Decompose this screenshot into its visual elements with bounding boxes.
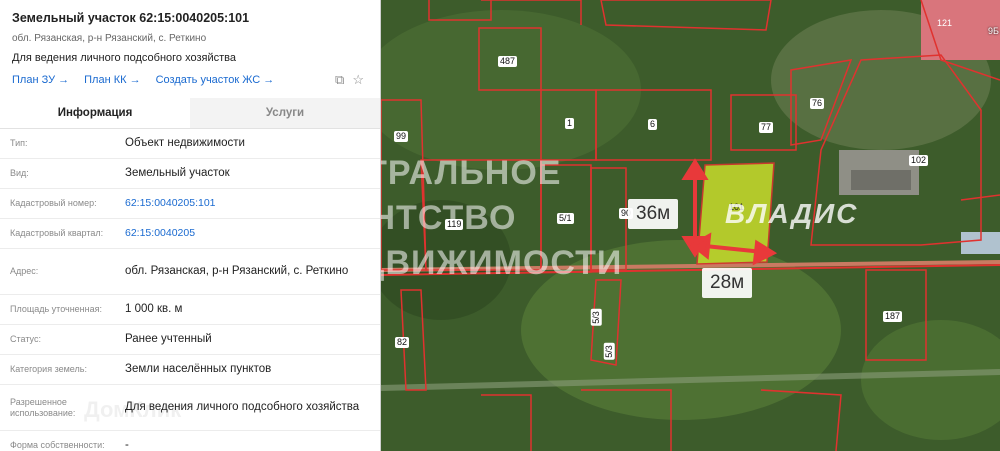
- plot-label: 76: [810, 98, 825, 109]
- row-key: Тип:: [10, 138, 28, 148]
- parcel-links: План ЗУ → План КК → Создать участок ЖС →…: [12, 72, 368, 88]
- table-row: Вид: Земельный участок: [0, 159, 380, 189]
- table-row: Категория земель: Земли населённых пункто…: [0, 355, 380, 385]
- row-value: Для ведения личного подсобного хозяйства: [125, 401, 360, 413]
- info-table: Тип: Объект недвижимости Вид: Земельный уч…: [0, 129, 380, 451]
- row-key: Разрешенное использование:: [10, 396, 76, 418]
- brand-watermark: ВЛАДИС: [725, 198, 859, 229]
- table-row: Кадастровый номер: 62:15:0040205:101: [0, 189, 380, 219]
- row-key: Адрес:: [10, 266, 39, 276]
- table-row: Адрес: обл. Рязанская, р-н Рязанский, с. …: [0, 249, 380, 295]
- row-key: Кадастровый квартал:: [10, 228, 104, 238]
- zoom-to-icon[interactable]: ⧉: [335, 72, 344, 88]
- plot-label: 187: [883, 311, 903, 322]
- plot-label: 121: [937, 18, 953, 28]
- row-key: Статус:: [10, 334, 41, 344]
- panel-header: Земельный участок 62:15:0040205:101 обл.…: [0, 0, 380, 88]
- plot-label: 6: [648, 119, 658, 130]
- tab-info[interactable]: Информация: [0, 98, 190, 128]
- row-value: -: [125, 439, 129, 451]
- table-row: Разрешенное использование: Для ведения ли…: [0, 385, 380, 431]
- row-value: Земли населённых пунктов: [125, 363, 272, 375]
- star-icon[interactable]: ☆: [352, 72, 364, 88]
- plot-label: 1: [565, 118, 575, 129]
- info-panel: Земельный участок 62:15:0040205:101 обл.…: [0, 0, 381, 451]
- dimension-vertical: 36м: [628, 199, 679, 229]
- plot-label: 5/3: [603, 343, 615, 360]
- plot-label: 119: [445, 219, 464, 230]
- plot-label: 77: [759, 122, 774, 133]
- plot-label: 102: [909, 155, 929, 166]
- table-row: Статус: Ранее учтенный: [0, 325, 380, 355]
- plot-label: 5/3: [590, 309, 602, 326]
- cadastral-quarter-link[interactable]: 62:15:0040205: [125, 226, 380, 241]
- row-key: Форма собственности:: [10, 440, 105, 450]
- table-row: Форма собственности: -: [0, 431, 380, 451]
- tab-services[interactable]: Услуги: [190, 98, 380, 128]
- plot-label: 487: [498, 56, 518, 67]
- row-value: обл. Рязанская, р-н Рязанский, с. Реткин…: [125, 265, 349, 277]
- panel-tools: ⧉ ☆: [335, 72, 368, 88]
- row-value: Объект недвижимости: [125, 137, 245, 149]
- plan-kk-link[interactable]: План КК →: [84, 74, 140, 86]
- parcel-title: Земельный участок 62:15:0040205:101: [12, 11, 250, 25]
- panel-tabs: Информация Услуги: [0, 98, 380, 129]
- row-value: Земельный участок: [125, 167, 230, 179]
- plan-zu-link[interactable]: План ЗУ →: [12, 74, 69, 86]
- row-key: Кадастровый номер:: [10, 198, 97, 208]
- row-value: Ранее учтенный: [125, 333, 212, 345]
- row-key: Вид:: [10, 168, 29, 178]
- cadastral-number-link[interactable]: 62:15:0040205:101: [125, 196, 380, 211]
- create-parcel-link[interactable]: Создать участок ЖС →: [156, 74, 275, 86]
- plot-label: 5/1: [557, 213, 574, 224]
- plot-label: 9Б: [988, 26, 999, 36]
- table-row: Тип: Объект недвижимости: [0, 129, 380, 159]
- row-key: Площадь уточненная:: [10, 304, 102, 314]
- row-key: Категория земель:: [10, 364, 87, 374]
- parcel-purpose: Для ведения личного подсобного хозяйства: [12, 52, 236, 64]
- roof: [851, 170, 911, 190]
- plot-label: 82: [395, 337, 410, 348]
- parcel-address: обл. Рязанская, р-н Рязанский, с. Реткин…: [12, 33, 207, 44]
- plot-label: 99: [394, 131, 409, 142]
- dimension-horizontal: 28м: [702, 268, 753, 298]
- table-row: Кадастровый квартал: 62:15:0040205: [0, 219, 380, 249]
- row-value: 1 000 кв. м: [125, 303, 183, 315]
- map-canvas: [381, 0, 1000, 451]
- map-view[interactable]: ЦЕНТРАЛЬНОЕ АГЕНТСТВО НЕДВИЖИМОСТИ 121 4…: [381, 0, 1000, 451]
- table-row: Площадь уточненная: 1 000 кв. м: [0, 295, 380, 325]
